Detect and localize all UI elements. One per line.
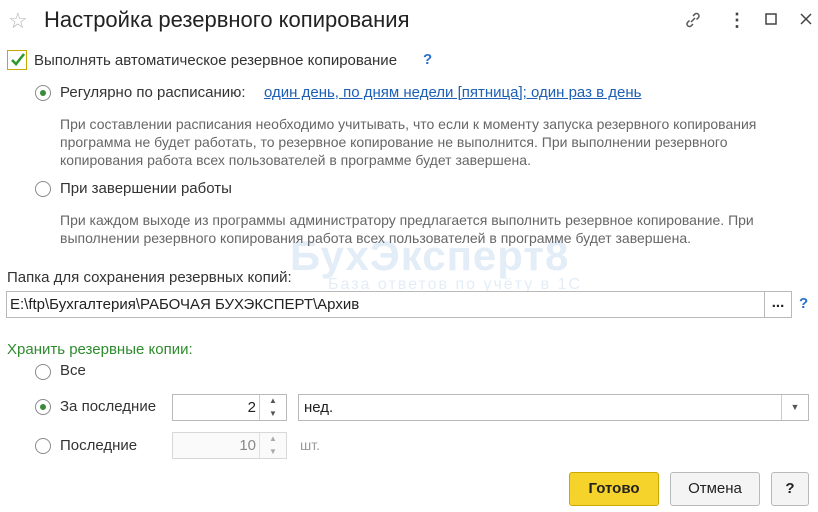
keep-period-radio[interactable] [35, 399, 51, 415]
auto-backup-label[interactable]: Выполнять автоматическое резервное копир… [34, 52, 397, 69]
link-icon[interactable] [683, 10, 703, 34]
spin-up-icon[interactable]: ▲ [260, 433, 286, 446]
cancel-button[interactable]: Отмена [670, 472, 760, 506]
spin-up-icon[interactable]: ▲ [260, 395, 286, 408]
help-button[interactable]: ? [771, 472, 809, 506]
on-exit-label[interactable]: При завершении работы [60, 180, 232, 197]
folder-help[interactable]: ? [799, 295, 808, 312]
folder-label: Папка для сохранения резервных копий: [7, 269, 292, 286]
spin-down-icon[interactable]: ▼ [260, 408, 286, 421]
keep-count-stepper[interactable]: 10 ▲ ▼ [172, 432, 287, 459]
auto-backup-checkbox[interactable] [7, 50, 27, 70]
on-exit-radio[interactable] [35, 181, 51, 197]
ok-button[interactable]: Готово [569, 472, 659, 506]
schedule-note: При составлении расписания необходимо уч… [60, 116, 757, 168]
schedule-link[interactable]: один день, по дням недели [пятница]; оди… [264, 84, 641, 101]
on-exit-note: При каждом выходе из программы администр… [60, 212, 754, 246]
keep-period-unit-select[interactable]: нед. ▼ [298, 394, 809, 421]
keep-all-radio[interactable] [35, 364, 51, 380]
folder-input[interactable]: E:\ftp\Бухгалтерия\РАБОЧАЯ БУХЭКСПЕРТ\Ар… [6, 291, 765, 318]
window-title: Настройка резервного копирования [44, 7, 410, 32]
schedule-label[interactable]: Регулярно по расписанию: [60, 84, 246, 101]
keep-all-label[interactable]: Все [60, 362, 86, 379]
folder-browse-button[interactable]: ... [764, 291, 792, 318]
spin-down-icon[interactable]: ▼ [260, 446, 286, 459]
favorite-star-icon[interactable]: ☆ [8, 10, 28, 32]
keep-period-unit-value: нед. [304, 399, 334, 416]
keep-count-label[interactable]: Последние [60, 437, 137, 454]
keep-count-radio[interactable] [35, 438, 51, 454]
maximize-icon[interactable] [764, 10, 778, 30]
keep-label: Хранить резервные копии: [7, 341, 193, 358]
schedule-radio[interactable] [35, 85, 51, 101]
keep-count-value[interactable]: 10 [239, 437, 256, 454]
keep-period-spin[interactable]: ▲ ▼ [259, 395, 286, 420]
keep-period-label[interactable]: За последние [60, 398, 156, 415]
close-icon[interactable] [799, 10, 813, 30]
keep-period-value[interactable]: 2 [248, 399, 256, 416]
more-menu-icon[interactable]: ⋮ [728, 10, 746, 30]
auto-backup-help[interactable]: ? [423, 51, 432, 68]
chevron-down-icon[interactable]: ▼ [781, 395, 808, 420]
keep-count-spin[interactable]: ▲ ▼ [259, 433, 286, 458]
keep-count-unit: шт. [300, 437, 320, 453]
checkmark-icon [11, 53, 26, 66]
keep-period-stepper[interactable]: 2 ▲ ▼ [172, 394, 287, 421]
